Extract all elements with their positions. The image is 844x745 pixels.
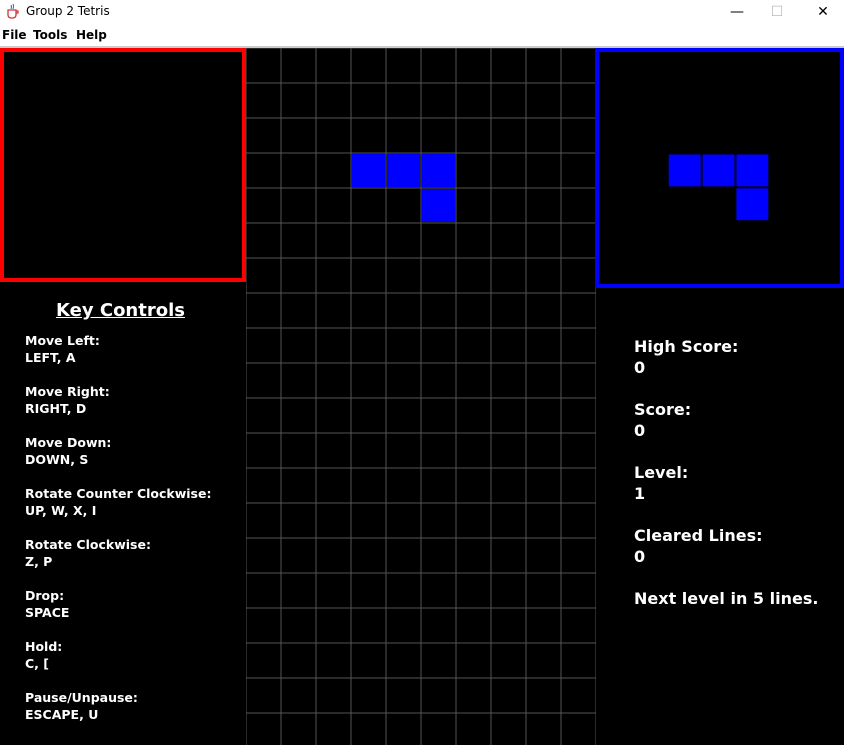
control-action: Rotate Counter Clockwise: — [25, 486, 212, 501]
close-icon: ✕ — [817, 4, 829, 20]
active-piece-block — [422, 189, 455, 222]
control-keys: LEFT, A — [25, 350, 76, 365]
control-rotate-cw: Rotate Clockwise: Z, P — [25, 536, 151, 570]
cleared-lines-label: Cleared Lines: — [634, 526, 763, 545]
control-keys: SPACE — [25, 605, 70, 620]
control-action: Move Down: — [25, 435, 112, 450]
control-action: Move Left: — [25, 333, 100, 348]
window-title: Group 2 Tetris — [26, 4, 110, 18]
control-move-right: Move Right: RIGHT, D — [25, 383, 110, 417]
control-keys: ESCAPE, U — [25, 707, 99, 722]
minimize-icon: — — [730, 4, 744, 20]
close-button[interactable]: ✕ — [800, 0, 844, 24]
next-piece-block — [702, 154, 735, 187]
active-piece-block — [422, 154, 455, 187]
maximize-icon: ☐ — [770, 4, 784, 20]
control-pause: Pause/Unpause: ESCAPE, U — [25, 689, 138, 723]
control-keys: UP, W, X, I — [25, 503, 97, 518]
menu-help[interactable]: Help — [76, 28, 107, 42]
control-action: Pause/Unpause: — [25, 690, 138, 705]
key-controls-title: Key Controls — [56, 300, 185, 321]
control-rotate-ccw: Rotate Counter Clockwise: UP, W, X, I — [25, 485, 211, 519]
java-cup-icon — [7, 3, 19, 19]
control-hold: Hold: C, [ — [25, 638, 62, 672]
maximize-button[interactable]: ☐ — [754, 0, 800, 24]
next-piece-block — [736, 188, 769, 221]
next-level-text: Next level in 5 lines. — [634, 589, 819, 608]
control-action: Rotate Clockwise: — [25, 537, 151, 552]
active-piece-block — [352, 154, 385, 187]
next-piece-block — [668, 154, 701, 187]
score-label: Score: — [634, 400, 692, 419]
control-move-left: Move Left: LEFT, A — [25, 332, 100, 366]
cleared-lines-panel: Cleared Lines: 0 — [634, 525, 762, 567]
control-drop: Drop: SPACE — [25, 587, 69, 621]
control-action: Move Right: — [25, 384, 110, 399]
control-keys: RIGHT, D — [25, 401, 87, 416]
level-value: 1 — [634, 484, 646, 503]
menu-file[interactable]: File — [2, 28, 27, 42]
control-keys: Z, P — [25, 554, 53, 569]
high-score-label: High Score: — [634, 337, 739, 356]
control-move-down: Move Down: DOWN, S — [25, 434, 111, 468]
menu-tools[interactable]: Tools — [33, 28, 67, 42]
next-piece-box — [595, 48, 844, 288]
high-score-value: 0 — [634, 358, 646, 377]
control-action: Drop: — [25, 588, 65, 603]
level-label: Level: — [634, 463, 689, 482]
score-panel: Score: 0 — [634, 399, 691, 441]
cleared-lines-value: 0 — [634, 547, 646, 566]
next-piece-block — [736, 154, 769, 187]
high-score-panel: High Score: 0 — [634, 336, 738, 378]
hold-piece-box — [0, 48, 246, 282]
active-piece-block — [387, 154, 420, 187]
level-panel: Level: 1 — [634, 462, 688, 504]
score-value: 0 — [634, 421, 646, 440]
game-board — [246, 48, 596, 745]
control-keys: DOWN, S — [25, 452, 89, 467]
title-bar: Group 2 Tetris — ☐ ✕ — [0, 0, 844, 24]
control-keys: C, [ — [25, 656, 49, 671]
control-action: Hold: — [25, 639, 63, 654]
menu-bar: File Tools Help — [0, 24, 844, 48]
